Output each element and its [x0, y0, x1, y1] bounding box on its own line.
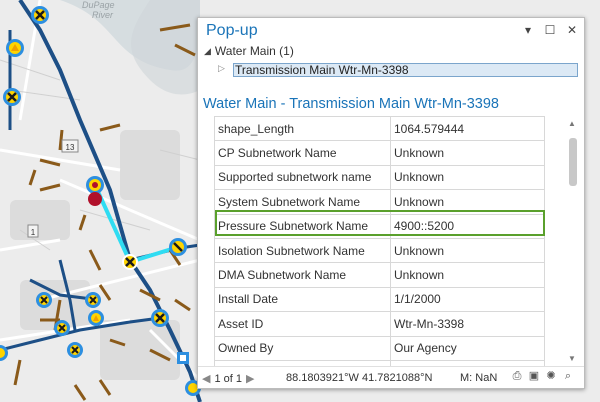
attribute-field: System Subnetwork Name	[214, 189, 391, 215]
scroll-down-icon[interactable]: ▼	[568, 354, 576, 363]
tree-feature-label: Transmission Main Wtr-Mn-3398	[235, 63, 409, 77]
feature-header-title: Water Main - Transmission Main Wtr-Mn-33…	[203, 96, 499, 112]
attribute-row[interactable]: Install Date 1/1/2000	[214, 286, 545, 313]
zoom-to-icon[interactable]: ⌕	[562, 370, 574, 382]
expand-arrow-icon[interactable]: ◢	[204, 46, 211, 57]
tree-feature-selected[interactable]: Transmission Main Wtr-Mn-3398	[233, 63, 578, 77]
locate-icon[interactable]: ✺	[545, 370, 557, 382]
tree-layer-row[interactable]: ◢ Water Main (1)	[204, 44, 294, 58]
popup-footer: ◀ 1 of 1 ▶ 88.1803921°W 41.7821088°N M: …	[198, 366, 584, 389]
attribute-value: 4900::5200	[390, 213, 545, 239]
attribute-row[interactable]: shape_Length 1064.579444	[214, 116, 545, 142]
scroll-up-icon[interactable]: ▲	[568, 119, 576, 128]
attribute-value: Wtr-Mn-3398	[390, 311, 545, 337]
attribute-row[interactable]: Pressure Subnetwork Name 4900::5200	[214, 213, 545, 239]
print-icon[interactable]: ⎙	[511, 370, 523, 382]
attribute-table-wrap: shape_Length 1064.579444 CP Subnetwork Nam…	[198, 116, 584, 366]
attribute-field: shape_Length	[214, 116, 391, 142]
attribute-row[interactable]: Supported subnetwork name Unknown	[214, 164, 545, 191]
attribute-row[interactable]: Isolation Subnetwork Name Unknown	[214, 237, 545, 264]
attribute-field: Supported subnetwork name	[214, 164, 391, 191]
maximize-icon[interactable]: ☐	[544, 24, 556, 36]
attribute-row[interactable]: CP Subnetwork Name Unknown	[214, 140, 545, 166]
coordinate-readout: 88.1803921°W 41.7821088°N	[286, 372, 433, 384]
close-icon[interactable]: ✕	[566, 24, 578, 36]
map-route-label: 13	[66, 143, 75, 152]
page-indicator: 1 of 1	[214, 372, 242, 385]
tree-layer-label: Water Main (1)	[214, 44, 294, 58]
attribute-table: shape_Length 1064.579444 CP Subnetwork Nam…	[214, 116, 545, 366]
attribute-value: 1064.579444	[390, 116, 545, 142]
attribute-row[interactable]: System Subnetwork Name Unknown	[214, 189, 545, 215]
chevron-down-icon[interactable]: ▾	[522, 24, 534, 36]
attribute-field: DMA Subnetwork Name	[214, 262, 391, 288]
attribute-field: Asset ID	[214, 311, 391, 337]
attribute-value: Unknown	[390, 140, 545, 166]
attribute-field: Pressure Subnetwork Name	[214, 213, 391, 239]
attribute-row[interactable]: Owned By Our Agency	[214, 335, 545, 361]
scroll-thumb[interactable]	[569, 138, 577, 186]
collapse-arrow-icon[interactable]: ▷	[218, 63, 225, 74]
attribute-value: Our Agency	[390, 335, 545, 361]
attribute-value: 1/1/2000	[390, 286, 545, 313]
tree-feature-row[interactable]: ▷ Transmission Main Wtr-Mn-3398	[216, 62, 579, 78]
attribute-row[interactable]: Asset ID Wtr-Mn-3398	[214, 311, 545, 337]
map-place-label: DuPage	[82, 0, 115, 10]
attribute-value: Unknown	[390, 189, 545, 215]
map-river-label: River	[92, 10, 114, 20]
next-icon[interactable]: ▶	[246, 372, 254, 385]
attribute-value: Unknown	[390, 262, 545, 288]
attribute-row[interactable]: DMA Subnetwork Name Unknown	[214, 262, 545, 288]
feature-header: Water Main - Transmission Main Wtr-Mn-33…	[198, 96, 584, 116]
prev-icon[interactable]: ◀	[202, 372, 210, 385]
attribute-field: CP Subnetwork Name	[214, 140, 391, 166]
vertical-scrollbar[interactable]: ▲ ▼	[566, 116, 580, 366]
attribute-field: Owned By	[214, 335, 391, 361]
map-road-label: 1	[31, 228, 36, 237]
attribute-field: Install Date	[214, 286, 391, 313]
attribute-value: Unknown	[390, 164, 545, 191]
attribute-value: Unknown	[390, 237, 545, 264]
popup-title: Pop-up	[206, 22, 258, 39]
export-icon[interactable]: ▣	[528, 370, 540, 382]
m-value-readout: M: NaN	[460, 372, 498, 384]
attribute-field: Isolation Subnetwork Name	[214, 237, 391, 264]
popup-pane: Pop-up ▾ ☐ ✕ ◢ Water Main (1) ▷ Transmis…	[197, 17, 585, 389]
